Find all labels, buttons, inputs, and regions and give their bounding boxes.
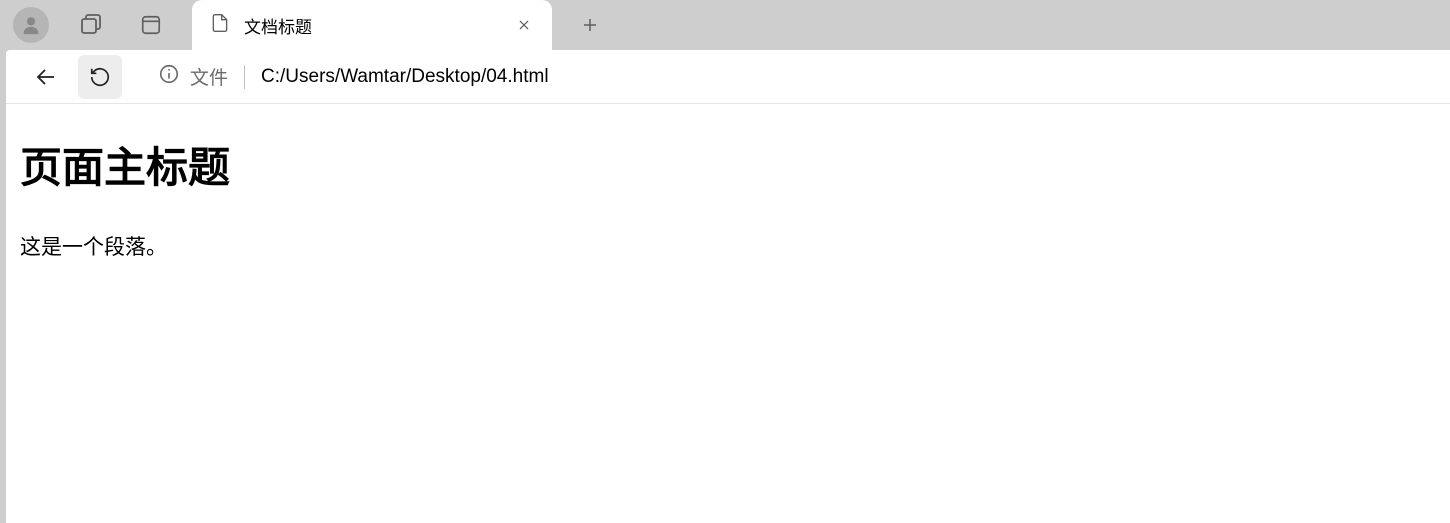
plus-icon — [581, 16, 599, 34]
address-scheme-label: 文件 — [190, 63, 228, 90]
browser-tab[interactable]: 文档标题 — [192, 0, 552, 50]
arrow-left-icon — [34, 65, 58, 89]
page-heading: 页面主标题 — [20, 134, 1436, 195]
workspaces-button[interactable] — [72, 6, 110, 44]
page-paragraph: 这是一个段落。 — [20, 231, 1436, 261]
tab-actions-icon — [140, 14, 162, 36]
workspaces-icon — [79, 13, 103, 37]
browser-toolbar: 文件 C:/Users/Wamtar/Desktop/04.html — [6, 50, 1450, 104]
tab-title: 文档标题 — [244, 13, 510, 38]
address-url: C:/Users/Wamtar/Desktop/04.html — [261, 66, 549, 88]
refresh-icon — [89, 66, 111, 88]
info-icon[interactable] — [158, 63, 180, 90]
back-button[interactable] — [24, 55, 68, 99]
browser-titlebar: 文档标题 — [0, 0, 1450, 50]
profile-icon — [13, 7, 49, 43]
file-icon — [210, 12, 230, 39]
close-icon — [517, 18, 531, 32]
page-content: 页面主标题 这是一个段落。 — [6, 104, 1450, 523]
address-separator — [244, 65, 245, 89]
tab-actions-button[interactable] — [132, 6, 170, 44]
profile-button[interactable] — [12, 6, 50, 44]
new-tab-button[interactable] — [570, 5, 610, 45]
tab-close-button[interactable] — [510, 11, 538, 39]
refresh-button[interactable] — [78, 55, 122, 99]
address-bar[interactable]: 文件 C:/Users/Wamtar/Desktop/04.html — [146, 55, 1450, 99]
